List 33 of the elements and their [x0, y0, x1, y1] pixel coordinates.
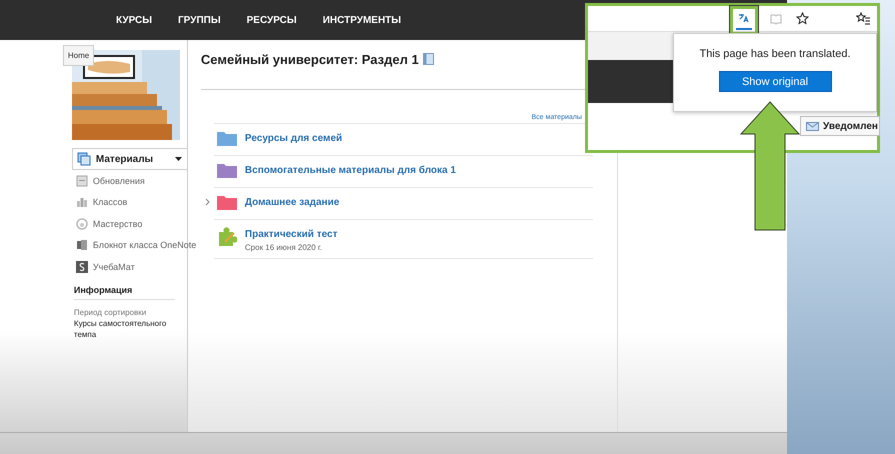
- folder-link[interactable]: Вспомогательные материалы для блока 1: [244, 165, 456, 176]
- sort-period-value: Курсы самостоятельного темпа: [74, 318, 168, 340]
- show-original-button[interactable]: Show original: [718, 71, 832, 92]
- envelope-icon: [806, 122, 819, 130]
- sidebar-item[interactable]: Мастерство: [92, 218, 142, 229]
- translated-message: This page has been translated.: [698, 48, 852, 60]
- due-date: Срок 16 июня 2020 г.: [244, 243, 324, 252]
- sidebar-item[interactable]: Обновления: [92, 176, 145, 186]
- sidebar-item[interactable]: Классов: [92, 197, 128, 208]
- notebook-icon: [76, 239, 88, 252]
- assignment-link[interactable]: Практический тест: [244, 229, 338, 240]
- home-tooltip: Home: [62, 45, 94, 66]
- sort-period-label: Период сортировки: [74, 308, 148, 316]
- folder-link[interactable]: Домашнее задание: [244, 197, 340, 208]
- chevron-icon[interactable]: [204, 198, 210, 206]
- folder-link[interactable]: Ресурсы для семей: [244, 133, 342, 144]
- materials-dropdown[interactable]: Материалы: [72, 148, 187, 170]
- calendar-icon: [76, 174, 88, 187]
- sidebar-item[interactable]: Блокнот класса OneNote: [92, 240, 196, 250]
- info-heading: Информация: [74, 284, 175, 300]
- nav-link[interactable]: ИНСТРУМЕНТЫ: [322, 14, 402, 26]
- notifications-button[interactable]: Уведомлен: [800, 116, 880, 136]
- nav-link[interactable]: КУРСЫ: [116, 14, 152, 26]
- nav-link[interactable]: РЕСУРСЫ: [246, 14, 297, 26]
- puzzle-icon: [216, 226, 237, 246]
- bar-chart-icon: [76, 196, 88, 208]
- sidebar-item[interactable]: УчебаМат: [92, 262, 135, 272]
- badge-icon: [76, 218, 88, 230]
- nav-link[interactable]: ГРУППЫ: [178, 14, 221, 26]
- notebook-icon: [422, 53, 434, 65]
- square-icon: [76, 260, 88, 273]
- materials-icon: [76, 152, 91, 166]
- page-title: Семейный университет: Раздел 1: [200, 52, 419, 66]
